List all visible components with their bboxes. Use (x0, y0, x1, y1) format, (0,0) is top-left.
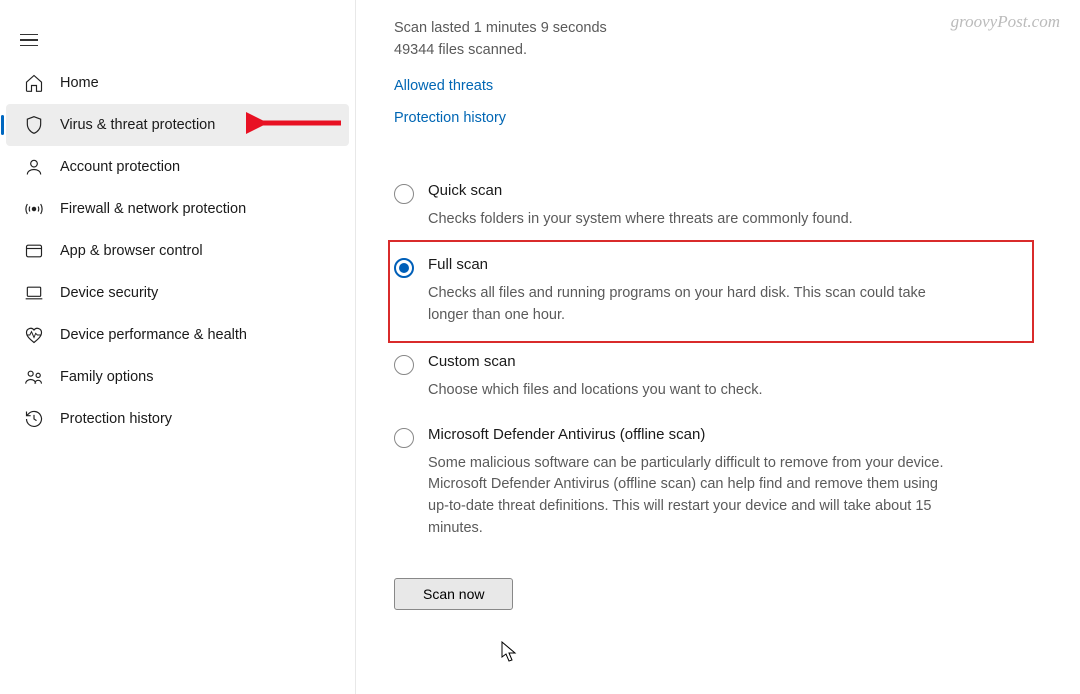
sidebar-item-virus[interactable]: Virus & threat protection (6, 104, 349, 146)
option-title: Full scan (428, 256, 948, 273)
protection-history-link[interactable]: Protection history (394, 110, 506, 126)
option-title: Custom scan (428, 353, 763, 370)
app-icon (24, 241, 44, 261)
sidebar-item-label: App & browser control (60, 243, 203, 259)
sidebar-item-devicesec[interactable]: Device security (6, 272, 349, 314)
sidebar-item-home[interactable]: Home (6, 62, 349, 104)
radio-quick[interactable] (394, 184, 414, 204)
radio-full[interactable] (394, 258, 414, 278)
main-content: Scan lasted 1 minutes 9 seconds 49344 fi… (356, 0, 1080, 694)
scan-duration-text: Scan lasted 1 minutes 9 seconds (394, 18, 1042, 40)
sidebar-item-label: Virus & threat protection (60, 117, 215, 133)
sidebar: Home Virus & threat protection Account p… (0, 0, 356, 694)
home-icon (24, 73, 44, 93)
sidebar-item-account[interactable]: Account protection (6, 146, 349, 188)
shield-icon (24, 115, 44, 135)
allowed-threats-link[interactable]: Allowed threats (394, 78, 493, 94)
sidebar-item-history[interactable]: Protection history (6, 398, 349, 440)
option-title: Quick scan (428, 182, 853, 199)
sidebar-item-label: Firewall & network protection (60, 201, 246, 217)
sidebar-item-label: Device performance & health (60, 327, 247, 343)
watermark-text: groovyPost.com (951, 12, 1060, 32)
sidebar-item-appbrowser[interactable]: App & browser control (6, 230, 349, 272)
radio-custom[interactable] (394, 355, 414, 375)
history-icon (24, 409, 44, 429)
broadcast-icon (24, 199, 44, 219)
scan-option-custom[interactable]: Custom scan Choose which files and locat… (394, 341, 1042, 414)
option-desc: Checks folders in your system where thre… (428, 209, 853, 231)
sidebar-item-firewall[interactable]: Firewall & network protection (6, 188, 349, 230)
hamburger-menu-button[interactable] (0, 14, 355, 62)
scan-option-full[interactable]: Full scan Checks all files and running p… (394, 244, 1028, 339)
scan-files-text: 49344 files scanned. (394, 40, 1042, 62)
heart-icon (24, 325, 44, 345)
scan-option-offline[interactable]: Microsoft Defender Antivirus (offline sc… (394, 414, 1042, 552)
highlight-box: Full scan Checks all files and running p… (388, 240, 1034, 343)
laptop-icon (24, 283, 44, 303)
radio-offline[interactable] (394, 428, 414, 448)
scan-options-group: Quick scan Checks folders in your system… (394, 170, 1042, 610)
sidebar-item-label: Account protection (60, 159, 180, 175)
sidebar-item-label: Device security (60, 285, 158, 301)
option-title: Microsoft Defender Antivirus (offline sc… (428, 426, 948, 443)
scan-now-button[interactable]: Scan now (394, 578, 513, 610)
sidebar-item-label: Home (60, 75, 99, 91)
person-icon (24, 157, 44, 177)
option-desc: Some malicious software can be particula… (428, 453, 948, 540)
scan-option-quick[interactable]: Quick scan Checks folders in your system… (394, 170, 1042, 243)
option-desc: Checks all files and running programs on… (428, 283, 948, 327)
sidebar-item-family[interactable]: Family options (6, 356, 349, 398)
sidebar-item-label: Family options (60, 369, 153, 385)
sidebar-item-label: Protection history (60, 411, 172, 427)
option-desc: Choose which files and locations you wan… (428, 380, 763, 402)
sidebar-item-devperf[interactable]: Device performance & health (6, 314, 349, 356)
people-icon (24, 367, 44, 387)
hamburger-icon (20, 34, 38, 47)
